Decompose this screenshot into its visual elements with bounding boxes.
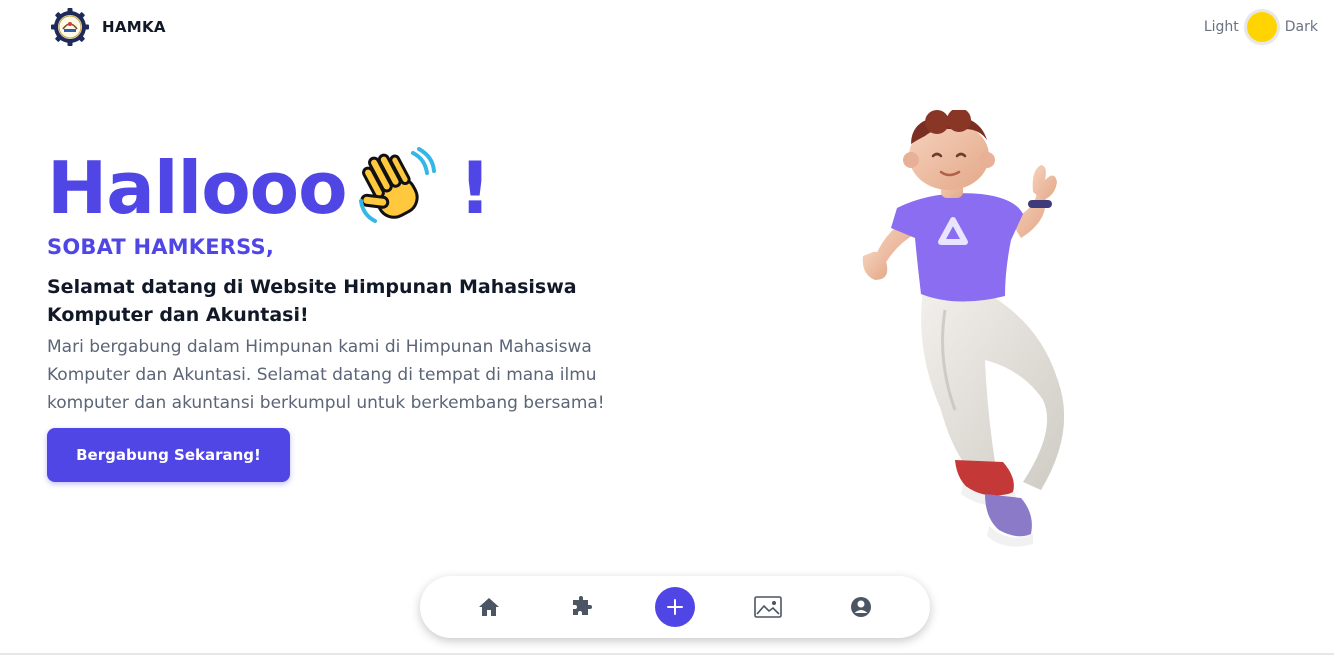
user-icon: [851, 597, 872, 617]
waving-hand-icon: [355, 145, 437, 231]
hero-description: Mari bergabung dalam Himpunan kami di Hi…: [47, 337, 605, 413]
add-icon: [654, 587, 695, 627]
nav-home-button[interactable]: [469, 587, 509, 627]
home-icon: [478, 598, 499, 616]
nav-add-button[interactable]: [654, 587, 695, 627]
exclamation-text: !: [458, 145, 492, 230]
nav-puzzle-button[interactable]: [562, 587, 602, 627]
theme-toggle[interactable]: Light Dark: [1204, 12, 1318, 42]
brand-logo-link[interactable]: HAMKA: [50, 7, 166, 47]
nav-profile-button[interactable]: [841, 587, 881, 627]
image-icon: [754, 596, 782, 618]
brand-name: HAMKA: [102, 18, 166, 36]
waving-character-illustration: [845, 108, 1075, 555]
welcome-text: Selamat datang di Website Himpunan Mahas…: [47, 276, 577, 326]
sun-icon[interactable]: [1246, 12, 1277, 42]
theme-light-label: Light: [1203, 19, 1239, 35]
gear-seal-logo-icon: [50, 7, 90, 47]
greeting-heading: SOBAT HAMKERSS,: [47, 235, 275, 259]
nav-gallery-button[interactable]: [748, 587, 788, 627]
hello-text: Hallooo: [47, 145, 348, 230]
bottom-navigation: [420, 576, 930, 638]
hero-headline: Hallooo !: [47, 140, 647, 235]
puzzle-icon: [572, 596, 592, 615]
hero-section: Hallooo ! SOBAT HAMKERSS, Selamat datang…: [47, 140, 647, 482]
theme-dark-label: Dark: [1284, 19, 1318, 35]
join-now-button[interactable]: Bergabung Sekarang!: [47, 428, 290, 482]
